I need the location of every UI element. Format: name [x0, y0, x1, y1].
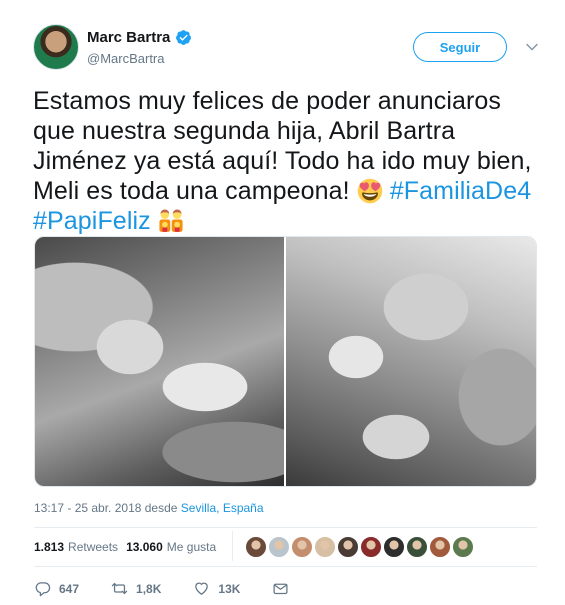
liker-avatars: [245, 536, 474, 558]
photo-baby-feet-hands[interactable]: [286, 237, 536, 486]
author-name-row: Marc Bartra: [87, 29, 192, 46]
retweet-count: 1,8K: [136, 581, 162, 596]
author-name[interactable]: Marc Bartra: [87, 29, 170, 46]
hashtag-familiade4[interactable]: #FamiliaDe4: [390, 177, 531, 205]
divider: [34, 566, 537, 567]
heart-icon: [195, 582, 209, 595]
tweet-line-text: Meli es toda una campeona!: [33, 177, 357, 205]
tweet-location-link[interactable]: Sevilla, España: [181, 501, 264, 515]
reply-count: 647: [59, 581, 80, 596]
divider: [34, 527, 537, 528]
tweet-media[interactable]: [34, 236, 537, 487]
tweet-text: Estamos muy felices de poder anunciaros …: [33, 86, 543, 236]
likes-label[interactable]: Me gusta: [167, 540, 216, 554]
retweets-count[interactable]: 1.813: [34, 540, 64, 554]
liker-avatar[interactable]: [360, 536, 382, 558]
likes-count[interactable]: 13.060: [126, 540, 163, 554]
retweet-button[interactable]: 1,8K: [111, 580, 161, 597]
tweet-line: Estamos muy felices de poder anunciaros: [33, 87, 502, 115]
retweets-label[interactable]: Retweets: [68, 540, 118, 554]
tweet-stats: 1.813 Retweets 13.060 Me gusta: [34, 536, 216, 558]
photo-baby-hand-bracelet[interactable]: [35, 237, 284, 486]
reply-icon: [35, 582, 51, 597]
tweet-timestamp: 13:17 - 25 abr. 2018 desde Sevilla, Espa…: [34, 501, 264, 515]
heart-eyes-emoji-icon: [357, 178, 383, 204]
timestamp-from: desde: [141, 501, 181, 515]
family-emoji-icon: [159, 209, 183, 232]
reply-button[interactable]: 647: [34, 580, 79, 597]
liker-avatar[interactable]: [383, 536, 405, 558]
retweet-icon: [111, 582, 128, 595]
like-button[interactable]: 13K: [193, 580, 240, 597]
hashtag-papifeliz[interactable]: #PapiFeliz: [33, 207, 151, 235]
divider: [232, 531, 233, 561]
tweet-line: #PapiFeliz: [33, 206, 543, 236]
timestamp-time[interactable]: 13:17 - 25 abr. 2018: [34, 501, 141, 515]
verified-badge-icon: [176, 30, 192, 45]
avatar[interactable]: [33, 24, 79, 70]
liker-avatar[interactable]: [406, 536, 428, 558]
tweet-line: Meli es toda una campeona! #FamiliaDe4: [33, 176, 543, 206]
tweet-line: que nuestra segunda hija, Abril Bartra: [33, 117, 456, 145]
liker-avatar[interactable]: [452, 536, 474, 558]
tweet-header: Marc Bartra @MarcBartra Seguir: [33, 24, 543, 74]
chevron-down-icon[interactable]: [525, 40, 539, 54]
tweet-actions: 647 1,8K 13K: [34, 580, 329, 597]
liker-avatar[interactable]: [245, 536, 267, 558]
liker-avatar[interactable]: [291, 536, 313, 558]
author-handle[interactable]: @MarcBartra: [87, 51, 165, 66]
envelope-icon: [273, 583, 288, 595]
tweet-line: Jiménez ya está aquí! Todo ha ido muy bi…: [33, 147, 532, 175]
liker-avatar[interactable]: [268, 536, 290, 558]
liker-avatar[interactable]: [314, 536, 336, 558]
follow-button[interactable]: Seguir: [413, 32, 507, 62]
liker-avatar[interactable]: [429, 536, 451, 558]
like-count: 13K: [218, 581, 241, 596]
liker-avatar[interactable]: [337, 536, 359, 558]
direct-message-button[interactable]: [272, 580, 297, 597]
